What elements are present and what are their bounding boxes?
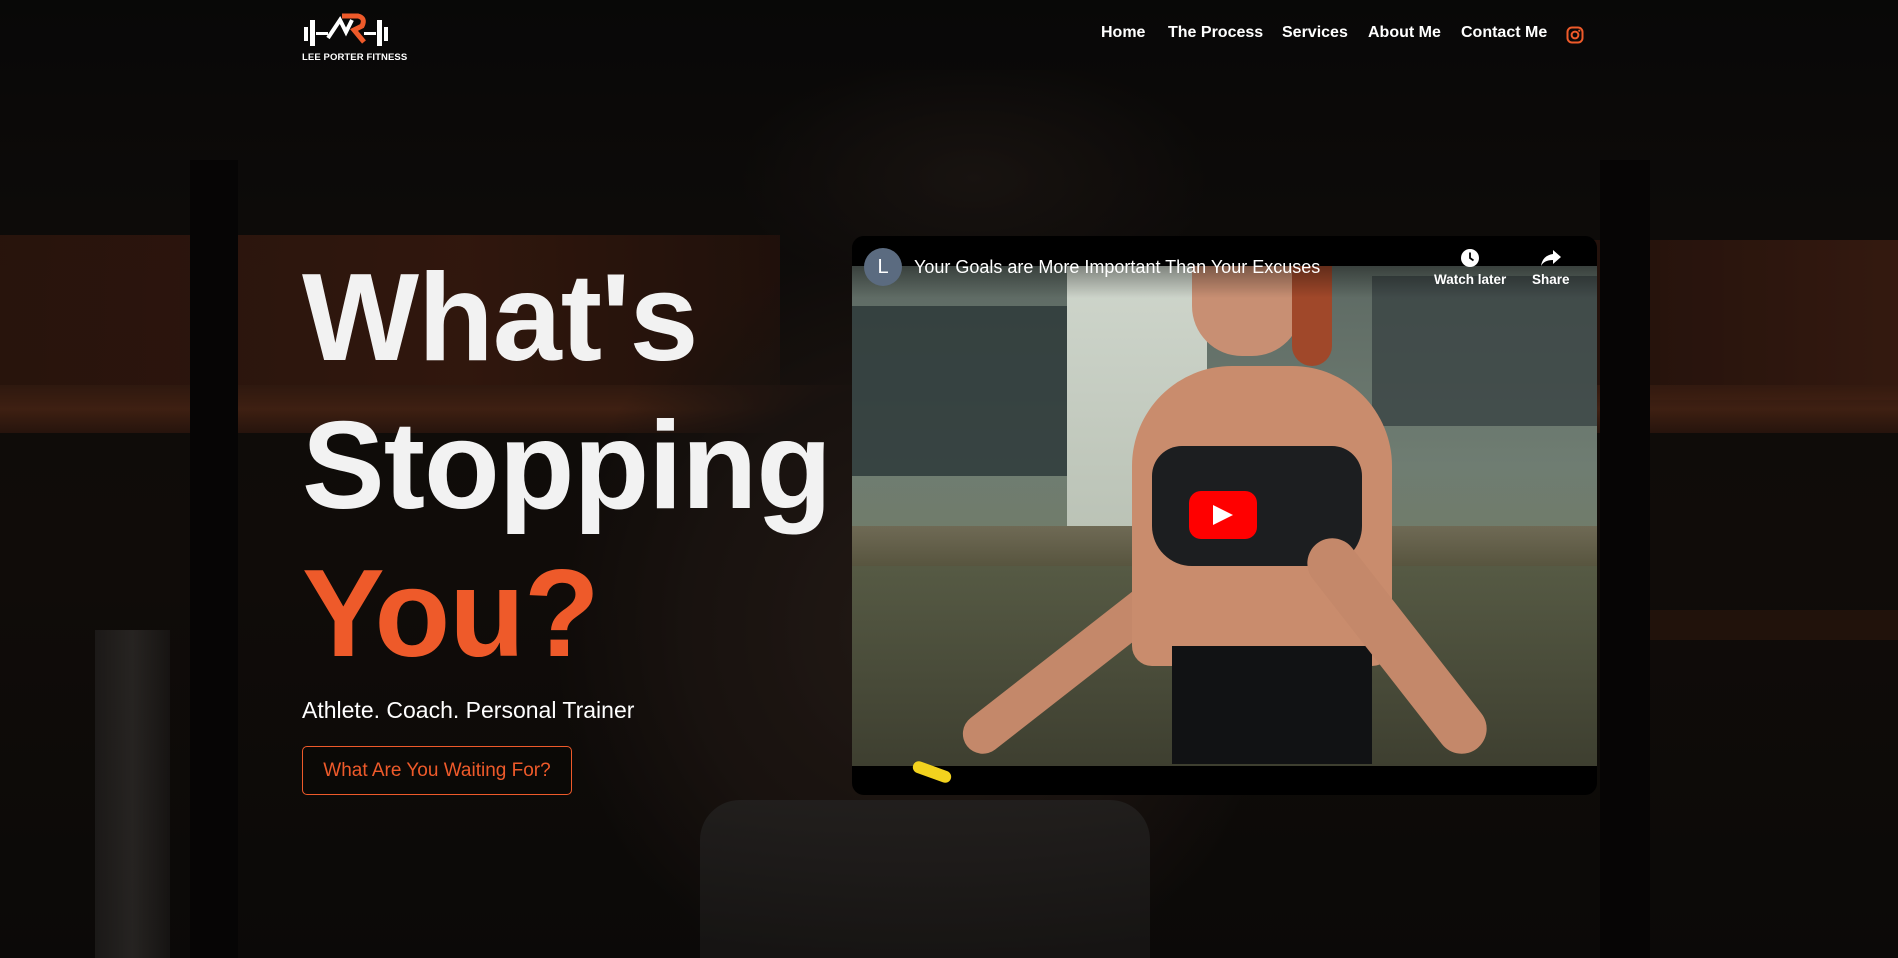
youtube-play-icon[interactable]: [1189, 491, 1257, 539]
nav-about-me[interactable]: About Me: [1368, 24, 1441, 42]
cta-button[interactable]: What Are You Waiting For?: [302, 746, 572, 795]
hero-title: What's Stopping You?: [302, 244, 832, 688]
hero-title-line-2: Stopping: [302, 397, 832, 535]
hero-subtitle: Athlete. Coach. Personal Trainer: [302, 697, 635, 723]
nav-contact-me[interactable]: Contact Me: [1461, 24, 1547, 42]
share-icon: [1540, 250, 1561, 266]
site-header: LEE PORTER FITNESS Home The Process Serv…: [0, 0, 1898, 70]
instagram-icon[interactable]: [1566, 26, 1584, 44]
hero-title-line-1: What's: [302, 249, 699, 387]
watch-later-button[interactable]: Watch later: [1434, 248, 1506, 287]
main-nav: Home The Process Services About Me Conta…: [0, 24, 1898, 46]
nav-the-process[interactable]: The Process: [1168, 24, 1263, 42]
video-title[interactable]: Your Goals are More Important Than Your …: [914, 257, 1320, 278]
share-label: Share: [1532, 272, 1570, 287]
play-triangle-icon: [1213, 505, 1233, 525]
video-top-bar: L Your Goals are More Important Than You…: [852, 236, 1597, 298]
hero-title-line-3: You?: [302, 545, 600, 683]
watch-later-label: Watch later: [1434, 272, 1507, 287]
youtube-video-embed[interactable]: L Your Goals are More Important Than You…: [852, 236, 1597, 795]
nav-home[interactable]: Home: [1101, 24, 1145, 42]
brand-name: LEE PORTER FITNESS: [302, 52, 408, 63]
clock-icon: [1461, 249, 1480, 267]
nav-services[interactable]: Services: [1282, 24, 1348, 42]
share-button[interactable]: Share: [1532, 248, 1570, 287]
channel-avatar[interactable]: L: [864, 248, 902, 286]
